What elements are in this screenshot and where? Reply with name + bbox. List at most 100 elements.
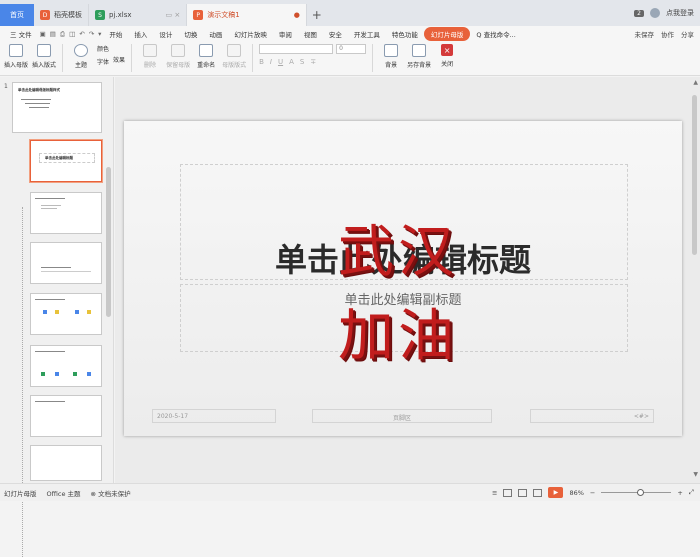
delete-button[interactable]: 删除 bbox=[138, 44, 162, 69]
font-family-select[interactable] bbox=[259, 44, 334, 54]
collaborate-button[interactable]: 协作 bbox=[661, 29, 674, 39]
master-thumbnail[interactable]: 单击此处编辑母版标题样式 bbox=[12, 82, 102, 133]
scroll-up-icon[interactable]: ▲ bbox=[693, 79, 698, 86]
undo-icon[interactable]: ↶ bbox=[77, 30, 86, 38]
menu-insert[interactable]: 插入 bbox=[128, 29, 153, 39]
rename-button[interactable]: 重命名 bbox=[194, 44, 218, 69]
share-button[interactable]: 分享 bbox=[681, 29, 694, 39]
zoom-level[interactable]: 86% bbox=[569, 489, 583, 497]
insert-layout-icon bbox=[37, 44, 52, 57]
sorter-view-icon[interactable] bbox=[518, 488, 528, 497]
menu-features[interactable]: 特色功能 bbox=[386, 29, 424, 39]
layout-thumbnail[interactable] bbox=[30, 293, 102, 335]
play-button[interactable]: ▶ bbox=[548, 487, 564, 498]
save-icon[interactable]: ▣ bbox=[38, 30, 48, 38]
menu-transition[interactable]: 切换 bbox=[178, 29, 203, 39]
chevron-down-icon[interactable]: ▾ bbox=[96, 30, 103, 38]
tab-close-icon[interactable]: ● bbox=[294, 11, 300, 19]
reading-view-icon[interactable] bbox=[533, 488, 543, 497]
bold-icon[interactable]: B bbox=[259, 58, 264, 66]
slide-number-placeholder[interactable]: <#> bbox=[530, 409, 654, 423]
insert-layout-button[interactable]: 插入版式 bbox=[32, 44, 56, 69]
tab-docer[interactable]: D 稻壳模板 bbox=[34, 4, 89, 26]
preview-icon[interactable]: ◫ bbox=[67, 30, 77, 38]
tab-presentation[interactable]: P 演示文稿1 ● bbox=[187, 4, 307, 26]
menu-review[interactable]: 审阅 bbox=[273, 29, 298, 39]
notes-icon[interactable]: ≡ bbox=[492, 489, 497, 497]
zoom-in-icon[interactable]: + bbox=[677, 489, 682, 497]
close-master-button[interactable]: × 关闭 bbox=[435, 44, 459, 68]
menu-design[interactable]: 设计 bbox=[153, 29, 178, 39]
font-size-select[interactable]: 0 bbox=[336, 44, 367, 54]
slide[interactable]: 单击此处编辑标题 单击此处编辑副标题 武汉 加油 2020-5-17 页脚区 <… bbox=[124, 121, 682, 436]
layout-thumbnail[interactable] bbox=[30, 345, 102, 387]
menu-view[interactable]: 视图 bbox=[298, 29, 323, 39]
layout-thumbnail[interactable] bbox=[30, 445, 102, 481]
menu-animation[interactable]: 动画 bbox=[203, 29, 228, 39]
italic-icon[interactable]: I bbox=[270, 58, 272, 66]
theme-button[interactable]: 主题 bbox=[69, 44, 93, 69]
strikethrough-icon[interactable]: ∓ bbox=[310, 58, 316, 66]
login-link[interactable]: 点我登录 bbox=[666, 8, 694, 18]
scrollbar-thumb[interactable] bbox=[106, 167, 111, 317]
tab-xlsx[interactable]: S pj.xlsx ▭ × bbox=[89, 4, 188, 26]
layout-thumbnail[interactable] bbox=[30, 395, 102, 437]
underline-icon[interactable]: U bbox=[278, 58, 283, 66]
menu-slideshow[interactable]: 幻灯片放映 bbox=[228, 29, 273, 39]
unsaved-status[interactable]: 未保存 bbox=[635, 29, 655, 39]
zoom-out-icon[interactable]: − bbox=[590, 489, 595, 497]
menu-start[interactable]: 开始 bbox=[103, 29, 128, 39]
menu-file[interactable]: 三 文件 bbox=[4, 29, 38, 39]
docer-icon: D bbox=[40, 10, 50, 20]
command-search[interactable]: Q 查找命令... bbox=[470, 29, 521, 39]
tab-home[interactable]: 首页 bbox=[0, 4, 34, 26]
status-theme[interactable]: Office 主题 bbox=[47, 488, 81, 498]
divider bbox=[372, 44, 374, 72]
tab-label: 演示文稿1 bbox=[207, 11, 240, 19]
footer-placeholder[interactable]: 页脚区 bbox=[312, 409, 492, 423]
master-layout-button[interactable]: 母版版式 bbox=[222, 44, 246, 69]
font-button[interactable]: 字体 bbox=[97, 57, 109, 66]
menu-security[interactable]: 安全 bbox=[323, 29, 348, 39]
word-art-line-2[interactable]: 加油 bbox=[338, 291, 458, 372]
zoom-slider[interactable] bbox=[601, 489, 672, 496]
effect-button[interactable]: 效果 bbox=[113, 55, 125, 64]
insert-master-button[interactable]: 插入母版 bbox=[4, 44, 28, 69]
background-button[interactable]: 背景 bbox=[379, 44, 403, 69]
avatar[interactable] bbox=[650, 8, 660, 18]
menu-slide-master[interactable]: 幻灯片母版 bbox=[423, 27, 471, 41]
menu-developer[interactable]: 开发工具 bbox=[348, 29, 386, 39]
word-art-line-1[interactable]: 武汉 bbox=[338, 207, 458, 288]
scrollbar-thumb[interactable] bbox=[692, 95, 697, 255]
color-button[interactable]: 颜色 bbox=[97, 44, 109, 53]
fit-window-icon[interactable]: ⤢ bbox=[689, 488, 694, 497]
background-icon bbox=[384, 44, 399, 57]
keep-master-button[interactable]: 保留母版 bbox=[166, 44, 190, 69]
layout-thumbnail[interactable]: 单击此处编辑标题 bbox=[30, 140, 102, 182]
master-layout-icon bbox=[227, 44, 242, 57]
menu-bar: 三 文件 ▣ ▤ ⎙ ◫ ↶ ↷ ▾ 开始 插入 设计 切换 动画 幻灯片放映 … bbox=[0, 26, 700, 42]
date-placeholder[interactable]: 2020-5-17 bbox=[152, 409, 276, 423]
font-color-icon[interactable]: A bbox=[289, 58, 294, 66]
tab-close-icon[interactable]: ▭ × bbox=[166, 11, 181, 19]
export-icon[interactable]: ▤ bbox=[48, 30, 58, 38]
rename-icon bbox=[199, 44, 214, 57]
new-tab-button[interactable]: + bbox=[307, 4, 327, 26]
redo-icon[interactable]: ↷ bbox=[87, 30, 96, 38]
zoom-slider-handle[interactable] bbox=[637, 489, 645, 496]
scroll-down-icon[interactable]: ▼ bbox=[693, 471, 698, 478]
theme-options: 颜色 字体 bbox=[97, 44, 109, 66]
normal-view-icon[interactable] bbox=[503, 488, 513, 497]
tab-label: 稻壳模板 bbox=[54, 11, 82, 19]
save-background-button[interactable]: 另存背景 bbox=[407, 44, 431, 69]
divider bbox=[252, 44, 254, 72]
layout-thumbnail[interactable] bbox=[30, 242, 102, 284]
canvas-scrollbar[interactable] bbox=[692, 77, 698, 483]
master-number: 1 bbox=[4, 83, 8, 90]
shadow-icon[interactable]: S bbox=[300, 58, 304, 66]
layout-thumbnail[interactable] bbox=[30, 192, 102, 234]
print-icon[interactable]: ⎙ bbox=[58, 30, 67, 39]
window-count-badge[interactable]: 2 bbox=[634, 9, 644, 17]
status-protect[interactable]: ⊗ 文档未保护 bbox=[91, 488, 131, 498]
divider bbox=[131, 44, 133, 72]
